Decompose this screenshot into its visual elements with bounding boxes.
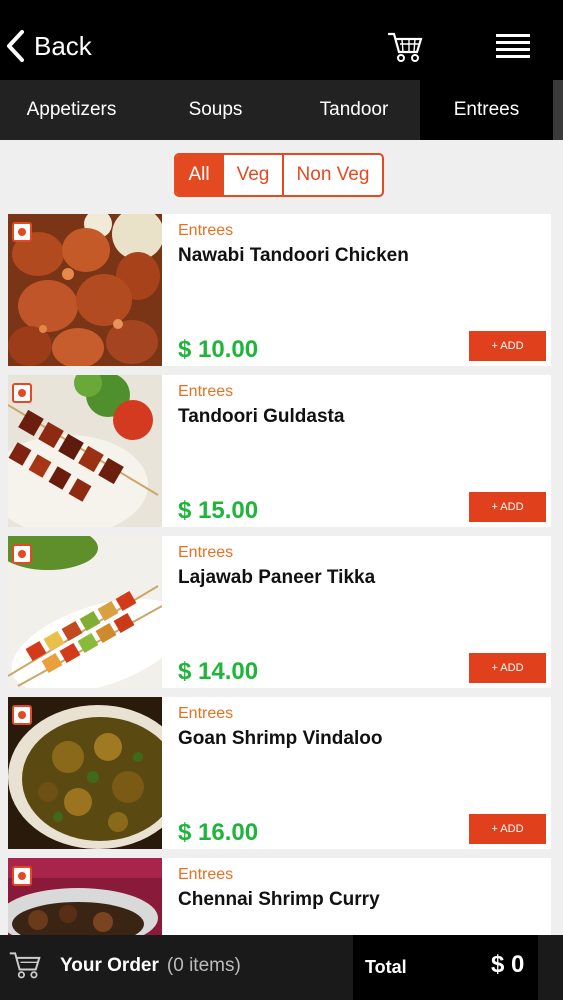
non-veg-indicator-icon bbox=[12, 866, 32, 886]
tabs-scroll-edge bbox=[553, 80, 563, 140]
menu-item-card[interactable]: Entrees Lajawab Paneer Tikka $ 14.00 + A… bbox=[8, 536, 551, 688]
item-price: $ 15.00 bbox=[178, 497, 259, 524]
diet-filter: All Veg Non Veg bbox=[174, 153, 384, 197]
add-to-order-button[interactable]: + ADD bbox=[469, 492, 546, 522]
add-to-order-button[interactable]: + ADD bbox=[469, 331, 546, 361]
menu-item-card[interactable]: Entrees Tandoori Guldasta $ 15.00 + ADD bbox=[8, 375, 551, 527]
item-name: Nawabi Tandoori Chicken bbox=[178, 245, 409, 266]
cart-icon bbox=[8, 949, 42, 981]
item-price: $ 10.00 bbox=[178, 336, 259, 363]
non-veg-indicator-icon bbox=[12, 222, 32, 242]
tab-soups[interactable]: Soups bbox=[143, 80, 288, 140]
order-summary-bar[interactable]: Your Order (0 items) Total $ 0 bbox=[0, 935, 563, 1000]
item-category: Entrees bbox=[178, 866, 234, 883]
total-box: Total $ 0 bbox=[353, 935, 538, 1000]
item-category: Entrees bbox=[178, 544, 234, 561]
hamburger-menu-icon[interactable] bbox=[496, 34, 530, 60]
back-button[interactable]: Back bbox=[4, 26, 92, 66]
food-image bbox=[8, 536, 162, 688]
menu-item-card[interactable]: Entrees Nawabi Tandoori Chicken $ 10.00 … bbox=[8, 214, 551, 366]
food-image bbox=[8, 375, 162, 527]
total-label: Total bbox=[365, 957, 407, 977]
back-label: Back bbox=[34, 30, 92, 61]
chevron-left-icon bbox=[7, 30, 24, 62]
non-veg-indicator-icon bbox=[12, 705, 32, 725]
add-to-order-button[interactable]: + ADD bbox=[469, 814, 546, 844]
item-name: Lajawab Paneer Tikka bbox=[178, 567, 376, 588]
cart-icon bbox=[388, 32, 423, 62]
add-to-order-button[interactable]: + ADD bbox=[469, 653, 546, 683]
filter-nonveg-button[interactable]: Non Veg bbox=[282, 155, 382, 195]
item-category: Entrees bbox=[178, 222, 234, 239]
food-image bbox=[8, 214, 162, 366]
tab-tandoor[interactable]: Tandoor bbox=[288, 80, 420, 140]
food-image bbox=[8, 697, 162, 849]
tab-entrees[interactable]: Entrees bbox=[420, 80, 553, 140]
item-category: Entrees bbox=[178, 705, 234, 722]
your-order-text: Your Order bbox=[60, 955, 159, 976]
filter-veg-button[interactable]: Veg bbox=[222, 155, 282, 195]
filter-all-button[interactable]: All bbox=[176, 155, 222, 195]
app-header: Back bbox=[0, 0, 563, 80]
item-price: $ 16.00 bbox=[178, 819, 259, 846]
item-category: Entrees bbox=[178, 383, 234, 400]
total-value: $ 0 bbox=[491, 951, 525, 978]
tab-appetizers[interactable]: Appetizers bbox=[0, 80, 143, 140]
menu-item-card[interactable]: Entrees Goan Shrimp Vindaloo $ 16.00 + A… bbox=[8, 697, 551, 849]
item-name: Goan Shrimp Vindaloo bbox=[178, 728, 383, 749]
item-count: (0 items) bbox=[166, 955, 241, 976]
non-veg-indicator-icon bbox=[12, 544, 32, 564]
category-tabs: Appetizers Soups Tandoor Entrees bbox=[0, 80, 563, 140]
item-name: Chennai Shrimp Curry bbox=[178, 889, 380, 910]
your-order-label: Your Order (0 items) bbox=[60, 955, 241, 977]
item-name: Tandoori Guldasta bbox=[178, 406, 345, 427]
cart-button[interactable] bbox=[386, 30, 424, 64]
item-price: $ 14.00 bbox=[178, 658, 259, 685]
non-veg-indicator-icon bbox=[12, 383, 32, 403]
